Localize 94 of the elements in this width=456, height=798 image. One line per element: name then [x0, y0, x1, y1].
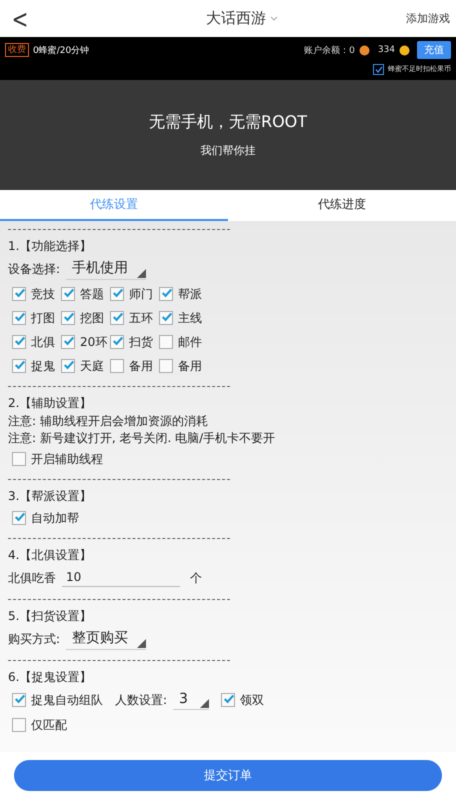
dropdown[interactable]: 3 [173, 690, 210, 710]
checkbox-label: 主线 [178, 310, 202, 326]
checkbox-label: 扫货 [129, 334, 153, 350]
check-icon [113, 286, 123, 298]
checkbox-label: 开启辅助线程 [31, 450, 103, 468]
banner-subline: 我们帮你挂 [200, 143, 256, 158]
game-title-dropdown[interactable]: 大话西游 [206, 9, 278, 28]
checkbox-label: 领双 [240, 692, 264, 708]
checkbox[interactable] [159, 311, 173, 325]
rate-text: 0蜂蜜/20分钟 [33, 44, 90, 56]
checkbox[interactable] [12, 718, 26, 732]
checkbox[interactable] [159, 335, 173, 349]
check-icon [64, 310, 74, 322]
honey-coin-icon [358, 44, 370, 56]
check-icon [15, 358, 25, 370]
checkbox-label: 捉鬼 [31, 358, 55, 374]
checkbox-label: 师门 [129, 286, 153, 302]
dropdown[interactable]: 手机使用 [66, 258, 146, 280]
check-icon [15, 286, 25, 298]
checkbox-label: 自动加帮 [31, 510, 79, 526]
checkbox[interactable] [12, 335, 26, 349]
fee-badge: 收费 [5, 43, 29, 57]
check-icon [64, 286, 74, 298]
back-button[interactable]: < [10, 2, 30, 34]
field-label: 北俱吃香 [8, 570, 56, 586]
checkbox[interactable] [12, 287, 26, 301]
checkbox-label: 北俱 [31, 334, 55, 350]
check-icon [374, 66, 382, 72]
field-label: 设备选择: [8, 260, 60, 278]
checkbox-label: 挖图 [80, 310, 104, 326]
check-icon [15, 334, 25, 346]
unit-label: 个 [190, 570, 202, 586]
balance-text: 账户余额：0 [304, 44, 355, 56]
checkbox-label: 备用 [129, 358, 153, 374]
checkbox[interactable] [61, 359, 75, 373]
coin-icon [399, 44, 410, 56]
tab[interactable]: 代练进度 [228, 190, 456, 221]
note-text: 注意: 新号建议打开, 老号关闭. 电脑/手机卡不要开 [8, 430, 276, 447]
coin-count: 334 [378, 45, 395, 55]
checkbox[interactable] [61, 287, 75, 301]
section-title: 6.【捉鬼设置】 [8, 669, 92, 686]
checkbox[interactable] [12, 311, 26, 325]
section-title: 3.【帮派设置】 [8, 488, 92, 505]
checkbox[interactable] [12, 359, 26, 373]
check-icon [15, 510, 25, 522]
dropdown-corner-icon [200, 698, 210, 708]
checkbox-label: 捉鬼自动组队 [31, 692, 103, 708]
section-title: 4.【北俱设置】 [8, 547, 92, 564]
note-text: 注意: 辅助线程开启会增加资源的消耗 [8, 413, 209, 430]
banner-headline: 无需手机，无需ROOT [148, 112, 308, 133]
checkbox[interactable] [61, 311, 75, 325]
checkbox[interactable] [159, 287, 173, 301]
field-label: 人数设置: [115, 692, 168, 708]
check-icon [113, 310, 123, 322]
section-title: 1.【功能选择】 [8, 238, 92, 255]
dropdown-corner-icon [137, 638, 146, 648]
check-icon [162, 286, 172, 298]
section-title: 2.【辅助设置】 [8, 395, 92, 412]
checkbox-label: 20环 [80, 334, 108, 350]
check-icon [113, 334, 123, 346]
checkbox[interactable] [12, 452, 26, 466]
add-game-button[interactable]: 添加游戏 [406, 11, 450, 26]
checkbox-label: 邮件 [178, 334, 202, 350]
input-field[interactable]: 10 [62, 570, 180, 586]
dropdown-corner-icon [137, 268, 146, 278]
check-icon [64, 334, 74, 346]
checkbox-label: 竞技 [31, 286, 55, 302]
checkbox-label: 答题 [80, 286, 104, 302]
checkbox[interactable] [110, 359, 124, 373]
checkbox[interactable] [373, 64, 384, 74]
checkbox-label: 备用 [178, 358, 202, 374]
checkbox[interactable] [110, 311, 124, 325]
checkbox-label: 仅匹配 [31, 716, 67, 734]
check-icon [162, 310, 172, 322]
check-icon [15, 692, 25, 704]
check-icon [15, 310, 25, 322]
checkbox[interactable] [221, 693, 236, 707]
field-label: 购买方式: [8, 630, 60, 648]
check-icon [64, 358, 74, 370]
checkbox[interactable] [12, 511, 26, 525]
checkbox-label: 帮派 [178, 286, 202, 302]
checkbox[interactable] [159, 359, 173, 373]
checkbox[interactable] [61, 335, 75, 349]
checkbox[interactable] [12, 693, 26, 707]
checkbox-label: 打图 [31, 310, 55, 326]
submit-order-button[interactable]: 提交订单 [14, 760, 442, 790]
chevron-down-icon [270, 16, 278, 21]
checkbox-label: 五环 [129, 310, 153, 326]
dropdown[interactable]: 整页购买 [66, 628, 146, 650]
checkbox-label: 天庭 [80, 358, 104, 374]
checkbox[interactable] [110, 335, 124, 349]
section-title: 5.【扫货设置】 [8, 608, 92, 625]
checkbox[interactable] [110, 287, 124, 301]
check-icon [224, 692, 234, 704]
